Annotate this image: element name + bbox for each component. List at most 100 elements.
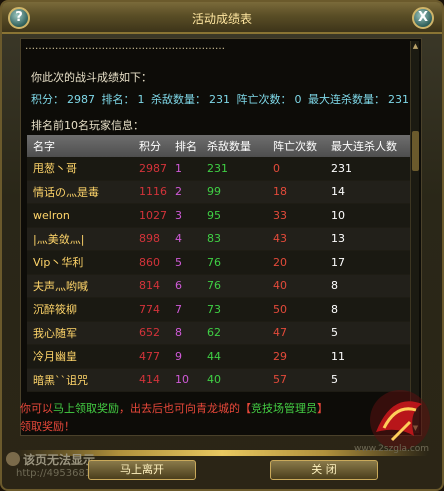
player-deaths: 33 — [273, 208, 287, 222]
score-value: 2987 — [67, 93, 95, 106]
player-name: 甩葱丶哥 — [33, 162, 77, 176]
player-name: 情话の灬是毒 — [33, 185, 99, 199]
player-kills: 99 — [207, 185, 221, 199]
player-name: 冷月幽皇 — [33, 350, 77, 364]
player-streak: 11 — [331, 349, 345, 363]
player-streak: 17 — [331, 255, 345, 269]
table-row[interactable]: |灬美敛灬| 898 4 83 43 13 — [27, 227, 415, 251]
table-row[interactable]: welron 1027 3 95 33 10 — [27, 204, 415, 228]
table-row[interactable]: 夫声灬哟喊 814 6 76 40 8 — [27, 274, 415, 298]
header-rank: 排名 — [175, 140, 197, 153]
player-name: |灬美敛灬| — [33, 232, 85, 246]
player-kills: 62 — [207, 326, 221, 340]
notice-part-2: ，出去后也可向青龙城的【 — [119, 402, 251, 415]
header-kills: 杀敌数量 — [207, 140, 251, 153]
deaths-label: 阵亡次数： — [236, 93, 292, 106]
player-streak: 10 — [331, 208, 345, 222]
player-kills: 76 — [207, 279, 221, 293]
table-row[interactable]: 甩葱丶哥 2987 1 231 0 231 — [27, 157, 415, 181]
player-rank: 2 — [175, 185, 182, 199]
player-score: 477 — [139, 349, 160, 363]
page-error-text: 该页无法显示 — [23, 453, 96, 467]
player-streak: 13 — [331, 232, 345, 246]
header-deaths: 阵亡次数 — [273, 140, 317, 153]
table-row[interactable]: 沉醉筱柳 774 7 73 50 8 — [27, 298, 415, 322]
notice-part-3: 】 — [317, 402, 328, 415]
window-title: 活动成绩表 — [191, 12, 252, 26]
player-streak: 231 — [331, 161, 352, 175]
player-score: 814 — [139, 279, 160, 293]
player-kills: 40 — [207, 373, 221, 387]
player-rank: 5 — [175, 255, 182, 269]
player-deaths: 57 — [273, 373, 287, 387]
player-streak: 8 — [331, 302, 338, 316]
player-name: 沉醉筱柳 — [33, 303, 77, 317]
error-icon — [6, 452, 20, 466]
player-rank: 1 — [175, 161, 182, 175]
player-deaths: 0 — [273, 161, 280, 175]
title-bar[interactable]: ? 活动成绩表 X — [2, 2, 442, 34]
table-body: 甩葱丶哥 2987 1 2 3 1 0 231 情话の灬是毒 1116 2 9 9 18 14 welron 1… — [27, 157, 415, 392]
player-deaths: 18 — [273, 185, 287, 199]
player-kills: 76 — [207, 255, 221, 269]
player-deaths: 20 — [273, 255, 287, 269]
score-label: 积分： — [31, 93, 64, 106]
player-score: 1116 — [139, 185, 167, 199]
notice-arena-manager: 竞技场管理员 — [251, 402, 317, 415]
table-row[interactable]: Vip丶华利 860 5 76 20 17 — [27, 251, 415, 275]
player-score: 774 — [139, 302, 160, 316]
activity-results-window: ? 活动成绩表 X …………………………………………………… 你此次的战斗成绩如… — [0, 0, 444, 491]
table-header: 名字 积分 排名 杀敌数量 阵亡次数 最大连杀人数 — [27, 135, 415, 157]
close-icon[interactable]: X — [412, 7, 434, 29]
scroll-up-icon[interactable]: ▲ — [411, 41, 420, 51]
notice-part-1: 你可以 — [20, 402, 53, 415]
rank-label: 排名： — [101, 93, 135, 106]
notice-line-2: 领取奖励！ — [20, 420, 75, 433]
header-streak: 最大连杀人数 — [331, 140, 397, 153]
player-kills: 83 — [207, 232, 221, 246]
close-button[interactable]: 关 闭 — [270, 460, 378, 480]
player-deaths: 50 — [273, 302, 287, 316]
kills-label: 杀敌数量： — [151, 93, 206, 106]
player-score: 2987 — [139, 161, 167, 175]
player-streak: 5 — [331, 326, 338, 340]
player-deaths: 29 — [273, 349, 287, 363]
clipped-top-text: …………………………………………………… — [25, 41, 225, 52]
player-name: 夫声灬哟喊 — [33, 279, 88, 293]
top10-title: 排名前10名玩家信息： — [31, 119, 144, 132]
player-deaths: 47 — [273, 326, 287, 340]
player-deaths: 43 — [273, 232, 287, 246]
scrollbar[interactable]: ▲ ▼ — [410, 41, 419, 433]
player-streak: 14 — [331, 185, 345, 199]
player-score: 860 — [139, 255, 160, 269]
player-rank: 8 — [175, 326, 182, 340]
scroll-thumb[interactable] — [412, 131, 419, 171]
player-score: 1027 — [139, 208, 167, 222]
player-rank: 10 — [175, 373, 189, 387]
player-score: 652 — [139, 326, 160, 340]
personal-stats: 积分： 2987 排名： 1 杀敌数量： 231 阵亡次数： 0 最大连杀数量： 231 — [31, 91, 412, 107]
results-panel: …………………………………………………… 你此次的战斗成绩如下： 积分： 2987… — [20, 38, 422, 436]
site-watermark: www.2szgla.com — [354, 444, 430, 454]
kills-value: 231 — [209, 93, 230, 106]
header-name: 名字 — [33, 140, 55, 153]
header-score: 积分 — [139, 140, 161, 153]
player-streak: 8 — [331, 279, 338, 293]
notice-claim-now: 马上领取奖励 — [53, 402, 119, 415]
table-row[interactable]: 暗黑``诅咒 414 10 40 57 5 — [27, 368, 415, 392]
page-error-watermark: 该页无法显示 — [6, 451, 95, 468]
player-kills: 95 — [207, 208, 221, 222]
player-rank: 4 — [175, 232, 182, 246]
player-rank: 9 — [175, 349, 182, 363]
player-kills: 73 — [207, 302, 221, 316]
table-row[interactable]: 冷月幽皇 477 9 44 29 11 — [27, 345, 415, 369]
deaths-value: 0 — [294, 93, 302, 106]
player-rank: 3 — [175, 208, 182, 222]
player-kills: 44 — [207, 349, 221, 363]
player-name: 暗黑``诅咒 — [33, 373, 88, 387]
player-name: Vip丶华利 — [33, 256, 84, 270]
player-name: welron — [33, 208, 70, 222]
table-row[interactable]: 我心随军 652 8 62 47 5 — [27, 321, 415, 345]
table-row[interactable]: 情话の灬是毒 1116 2 99 18 14 — [27, 180, 415, 204]
leave-now-button[interactable]: 马上离开 — [88, 460, 196, 480]
